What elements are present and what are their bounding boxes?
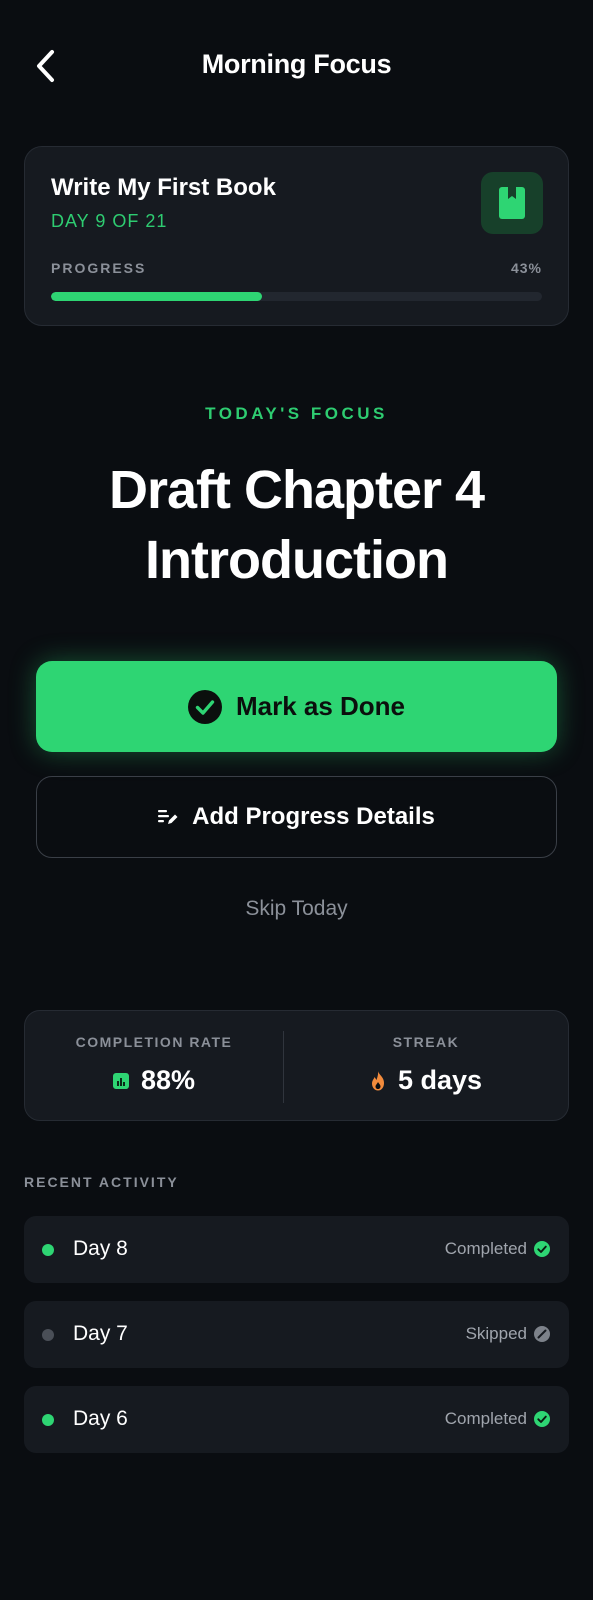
recent-activity-list: Day 8 Completed Day 7 Skipped Day 6 Comp… [24, 1216, 569, 1471]
status-dot [42, 1244, 54, 1256]
skipped-icon [534, 1326, 550, 1342]
header: Morning Focus [0, 0, 593, 134]
progress-bar-fill [51, 292, 263, 301]
focus-eyebrow: TODAY'S FOCUS [205, 404, 388, 423]
stats-card: COMPLETION RATE 88% STREAK 5 days [24, 1010, 569, 1121]
activity-item-day-7[interactable]: Day 7 Skipped [24, 1301, 569, 1368]
completion-rate-value: 88% [140, 1065, 196, 1095]
add-progress-details-label: Add Progress Details [192, 803, 435, 830]
mark-as-done-button[interactable]: Mark as Done [36, 661, 557, 752]
focus-screen: Morning Focus Write My First Book DAY 9 … [0, 0, 593, 1600]
goal-card[interactable]: Write My First Book DAY 9 OF 21 PROGRESS… [24, 146, 569, 326]
activity-day-label: Day 7 [73, 1322, 128, 1345]
recent-activity-heading: RECENT ACTIVITY [24, 1174, 179, 1190]
activity-status-label: Skipped [465, 1324, 527, 1343]
progress-bar [51, 292, 542, 301]
book-icon [499, 187, 525, 219]
activity-status-label: Completed [444, 1409, 527, 1428]
activity-day-label: Day 6 [73, 1407, 128, 1430]
activity-status-label: Completed [444, 1239, 527, 1258]
status-dot [42, 1414, 54, 1426]
focus-task-title: Draft Chapter 4 Introduction [108, 460, 485, 590]
bar-chart-icon [112, 1072, 129, 1089]
progress-label: PROGRESS [51, 260, 147, 276]
goal-icon-badge [481, 172, 543, 234]
progress-percent: 43% [510, 260, 542, 276]
skip-today-link[interactable]: Skip Today [0, 897, 593, 921]
completion-rate-stat: COMPLETION RATE 88% [25, 1011, 283, 1122]
streak-value: 5 days [397, 1065, 483, 1095]
goal-day-counter: DAY 9 OF 21 [51, 211, 168, 231]
activity-item-day-8[interactable]: Day 8 Completed [24, 1216, 569, 1283]
add-progress-details-button[interactable]: Add Progress Details [36, 776, 557, 858]
edit-notes-icon [158, 810, 178, 824]
check-circle-icon [534, 1411, 550, 1427]
goal-title: Write My First Book [51, 174, 276, 201]
flame-icon [371, 1070, 384, 1090]
page-title: Morning Focus [201, 49, 392, 79]
status-dot [42, 1329, 54, 1341]
check-circle-icon [187, 689, 222, 724]
activity-day-label: Day 8 [73, 1237, 128, 1260]
mark-as-done-label: Mark as Done [235, 691, 406, 721]
streak-label: STREAK [392, 1034, 460, 1050]
completion-rate-label: COMPLETION RATE [75, 1034, 233, 1050]
check-circle-icon [534, 1241, 550, 1257]
streak-stat: STREAK 5 days [284, 1011, 568, 1122]
activity-item-day-6[interactable]: Day 6 Completed [24, 1386, 569, 1453]
